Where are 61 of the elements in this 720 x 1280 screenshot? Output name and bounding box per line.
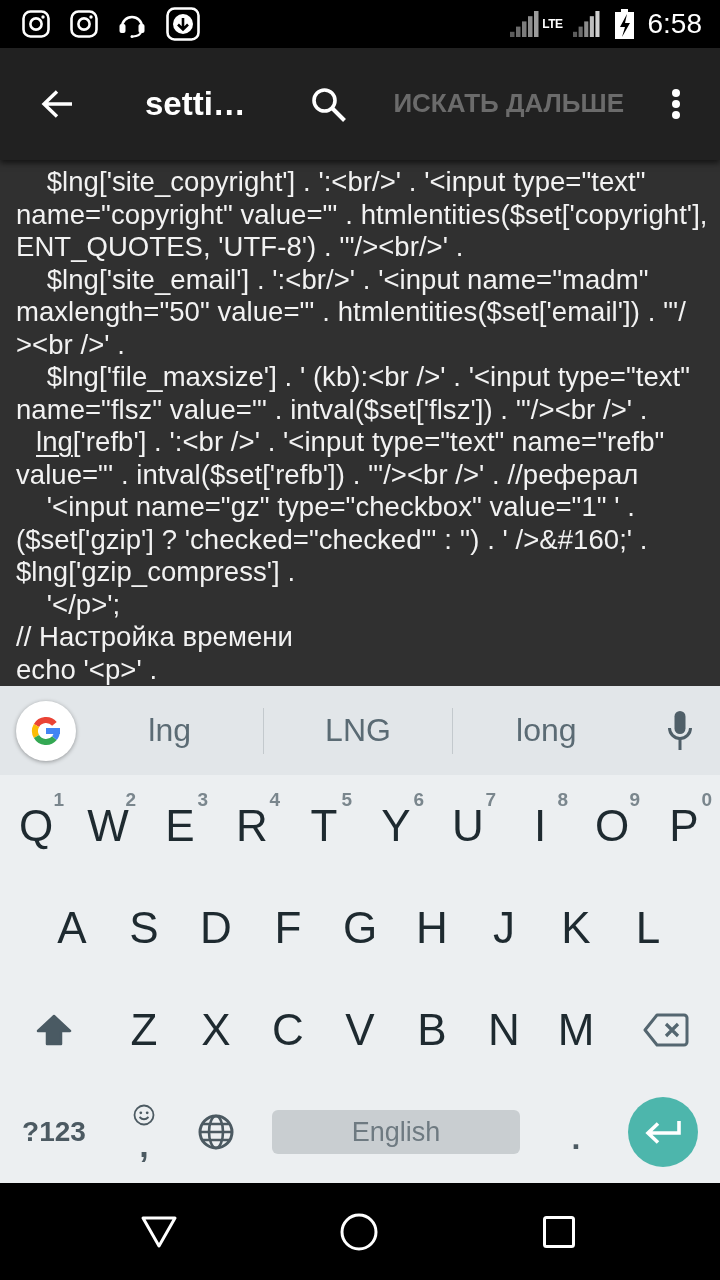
- code-line: '<input name="gz" type="checkbox" value="1" ' .: [45, 491, 635, 524]
- keyboard-key[interactable]: M: [540, 979, 612, 1081]
- symbols-key[interactable]: ?123: [22, 1115, 86, 1149]
- code-line: value="' . intval($set['refb']) . '"/><br />' . //реферал: [16, 458, 639, 491]
- keyboard-key[interactable]: C: [252, 979, 324, 1081]
- keyboard-key[interactable]: Z: [108, 979, 180, 1081]
- more-icon[interactable]: [671, 88, 681, 120]
- nav-square-icon[interactable]: [543, 1215, 575, 1248]
- globe-icon[interactable]: [198, 1114, 234, 1150]
- keyboard-key[interactable]: H: [396, 877, 468, 979]
- keyboard-key[interactable]: L: [612, 877, 684, 979]
- signal-icon: [510, 11, 541, 37]
- toolbar-title: setti…: [145, 84, 246, 124]
- code-line: ><br />' .: [16, 328, 125, 361]
- code-line: maxlength="50" value="' . htmlentities($set['email']) . '"/: [16, 296, 686, 329]
- keyboard-key[interactable]: S: [108, 877, 180, 979]
- keyboard-key[interactable]: G: [324, 877, 396, 979]
- shift-icon[interactable]: [35, 1013, 73, 1047]
- suggestion-item[interactable]: lng: [76, 707, 264, 754]
- smiley-icon: [133, 1104, 155, 1127]
- search-icon[interactable]: [311, 86, 347, 122]
- keyboard-key[interactable]: B: [396, 979, 468, 1081]
- keyboard-key[interactable]: F: [252, 877, 324, 979]
- code-line: $lng['file_maxsize'] . ' (kb):<br />' . '<input type="text": [45, 361, 691, 394]
- code-line: ($set['gzip'] ? 'checked="checked"' : '') . ' />&#160;' .: [16, 523, 648, 556]
- keyboard-key[interactable]: X: [180, 979, 252, 1081]
- nav-circle-icon[interactable]: [340, 1212, 378, 1251]
- network-type-label: LTE: [542, 18, 563, 30]
- camera-icon: [70, 10, 98, 38]
- download-icon: [166, 7, 200, 41]
- code-line: ENT_QUOTES, 'UTF-8') . '"/><br/>' .: [16, 231, 464, 264]
- keyboard-key[interactable]: 8 I: [504, 775, 576, 877]
- keyboard-key[interactable]: V: [324, 979, 396, 1081]
- code-line: '</p>';: [45, 588, 121, 621]
- code-line: $lng['gzip_compress'] .: [16, 556, 296, 589]
- code-line: name="copyright" value="' . htmlentities($set['copyright'],: [16, 198, 708, 231]
- keyboard-key[interactable]: A: [36, 877, 108, 979]
- code-line: $lng['site_email'] . ':<br/>' . '<input name="madm": [45, 263, 649, 296]
- suggestion-item[interactable]: long: [452, 707, 640, 754]
- code-line: // Настройка времени: [16, 621, 293, 654]
- g-logo-icon[interactable]: [16, 700, 76, 761]
- keyboard-key[interactable]: N: [468, 979, 540, 1081]
- keyboard-key[interactable]: J: [468, 877, 540, 979]
- signal-icon: [572, 11, 601, 37]
- back-arrow-icon[interactable]: [41, 89, 73, 119]
- keyboard-key[interactable]: K: [540, 877, 612, 979]
- return-arrow-icon: [644, 1119, 682, 1145]
- suggestion-item[interactable]: LNG: [264, 707, 452, 754]
- backspace-icon[interactable]: [643, 1013, 689, 1047]
- code-line: name="flsz" value="' . intval($set['flsz']) . '"/><br />' .: [16, 393, 648, 426]
- code-line: echo '<p>' .: [16, 653, 158, 686]
- period-key[interactable]: .: [567, 1122, 585, 1154]
- status-time: 6:58: [647, 10, 702, 38]
- camera-icon: [22, 10, 50, 38]
- code-line: lng['refb'] . ':<br />' . '<input type="text" name="refb": [36, 426, 665, 459]
- code-line: $lng['site_copyright'] . ':<br/>' . '<input type="text": [45, 166, 646, 199]
- comma-key[interactable]: ,: [133, 1104, 155, 1160]
- keyboard-key[interactable]: D: [180, 877, 252, 979]
- nav-triangle-icon[interactable]: [140, 1214, 178, 1249]
- microphone-icon[interactable]: [667, 709, 693, 752]
- battery-icon: [614, 9, 634, 39]
